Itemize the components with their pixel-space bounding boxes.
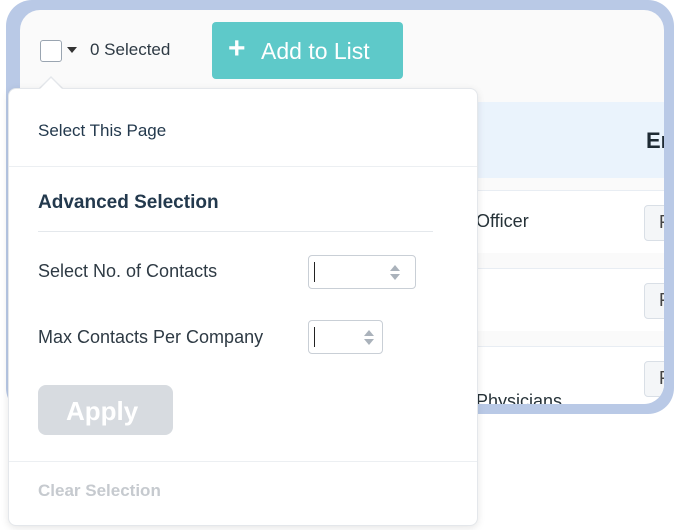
divider xyxy=(9,461,477,462)
dropdown-notch-inner xyxy=(39,78,63,90)
select-no-contacts-label: Select No. of Contacts xyxy=(38,261,218,281)
divider xyxy=(9,166,477,167)
add-to-list-button[interactable]: + Add to List xyxy=(212,22,403,79)
select-all-checkbox[interactable] xyxy=(40,40,62,62)
select-no-contacts-input[interactable] xyxy=(308,255,416,289)
selection-dropdown: Select This Page Advanced Selection Sele… xyxy=(8,88,478,526)
select-this-page-option[interactable]: Select This Page xyxy=(38,121,166,141)
row-chip-label: F xyxy=(659,368,664,389)
spin-up-icon[interactable] xyxy=(390,265,400,271)
max-contacts-input[interactable] xyxy=(308,320,383,354)
row-title: Officer xyxy=(476,211,529,231)
row-chip[interactable]: F xyxy=(644,361,664,397)
advanced-selection-title: Advanced Selection xyxy=(38,192,219,213)
divider xyxy=(38,231,433,232)
apply-button[interactable]: Apply xyxy=(38,385,173,435)
spin-down-icon[interactable] xyxy=(364,339,374,345)
row-title: Physicians xyxy=(476,391,563,404)
chevron-down-icon[interactable] xyxy=(67,47,77,53)
apply-label: Apply xyxy=(66,396,139,426)
add-to-list-label: Add to List xyxy=(261,38,370,64)
selected-count: 0 Selected xyxy=(90,40,171,59)
text-cursor xyxy=(314,262,315,282)
row-chip[interactable]: F xyxy=(644,283,664,319)
row-chip-label: F xyxy=(659,290,664,311)
plus-icon: + xyxy=(228,32,246,65)
spin-down-icon[interactable] xyxy=(390,274,400,280)
clear-selection-link[interactable]: Clear Selection xyxy=(38,481,161,501)
row-chip[interactable]: F xyxy=(644,205,664,241)
max-contacts-label: Max Contacts Per Company xyxy=(38,327,264,347)
spin-up-icon[interactable] xyxy=(364,330,374,336)
row-chip-label: F xyxy=(659,212,664,233)
column-header-partial[interactable]: Em xyxy=(646,128,664,154)
text-cursor xyxy=(314,327,315,347)
